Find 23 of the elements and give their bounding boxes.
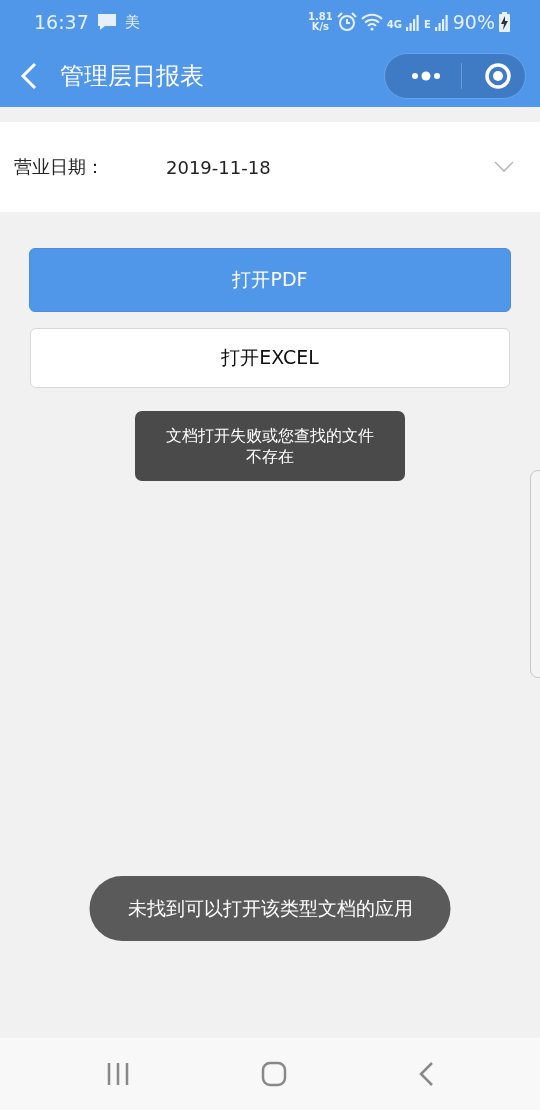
- chevron-down-icon: [494, 161, 514, 173]
- network-type: E: [423, 19, 431, 30]
- clock: 16:37: [34, 11, 89, 33]
- date-value: 2019-11-18: [166, 156, 271, 178]
- wifi-icon: [360, 13, 383, 31]
- notification-label: 美: [124, 12, 140, 32]
- toast-message: 文档打开失败或您查找的文件不存在: [135, 411, 405, 481]
- battery-level: 90%: [452, 11, 495, 33]
- toast-message: 未找到可以打开该类型文档的应用: [89, 876, 451, 941]
- chat-icon: [96, 13, 117, 31]
- back-icon[interactable]: [418, 1061, 435, 1087]
- home-icon[interactable]: [261, 1061, 287, 1087]
- network-type: 4G: [386, 19, 402, 30]
- alarm-icon: [336, 12, 357, 32]
- network-speed: 1.81 K/s: [308, 12, 333, 32]
- recent-apps-icon[interactable]: [105, 1062, 130, 1086]
- page-title: 管理层日报表: [60, 60, 204, 92]
- open-excel-button[interactable]: 打开EXCEL: [30, 328, 510, 388]
- battery-charging-icon: [499, 12, 510, 32]
- signal-icon: [434, 13, 449, 31]
- date-picker[interactable]: 营业日期： 2019-11-18: [0, 122, 540, 212]
- date-label: 营业日期：: [14, 155, 104, 179]
- signal-icon: [405, 13, 420, 31]
